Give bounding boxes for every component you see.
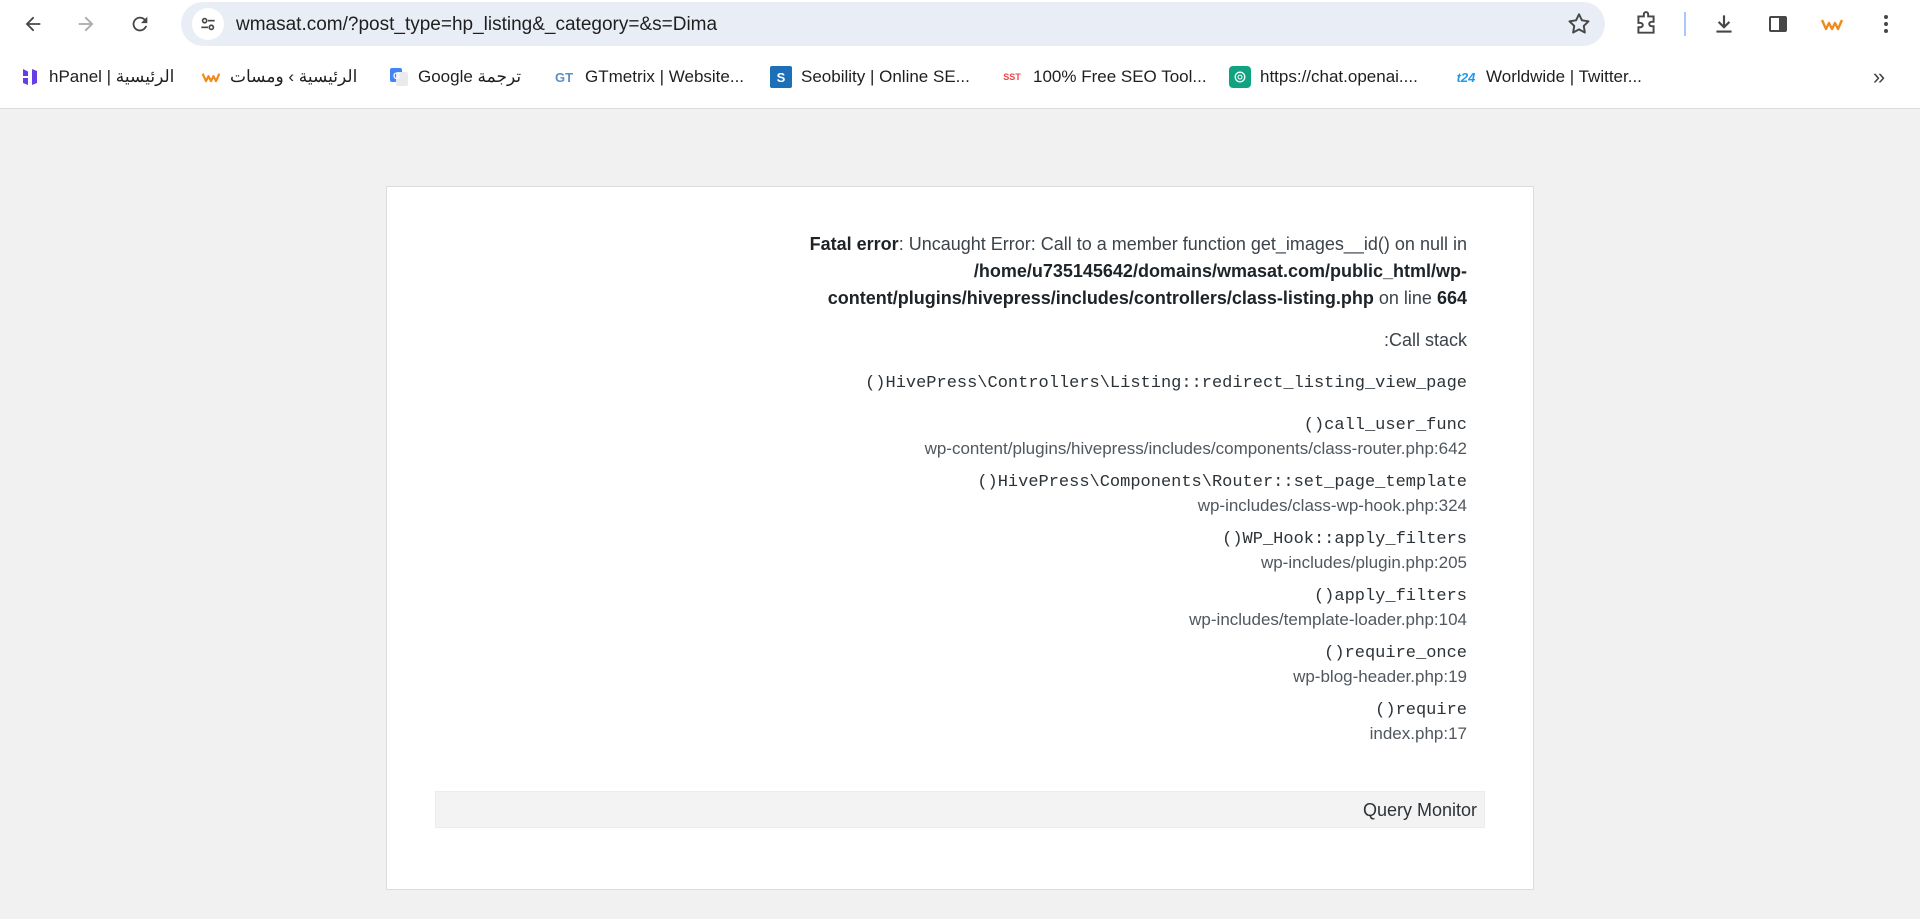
browser-toolbar: wmasat.com/?post_type=hp_listing&_catego… [0, 0, 1920, 47]
sst-icon: SST [1003, 72, 1021, 82]
google-translate-icon: G [389, 67, 409, 87]
stack-function: ()WP_Hook::apply_filters [1222, 530, 1467, 549]
error-message: : Uncaught Error: Call to a member funct… [898, 234, 1448, 254]
more-vertical-icon [1884, 15, 1888, 33]
stack-function: ()require_once [1324, 644, 1467, 663]
url-text[interactable]: wmasat.com/?post_type=hp_listing&_catego… [236, 14, 717, 36]
openai-icon [1229, 66, 1251, 88]
star-icon [1568, 13, 1590, 34]
query-monitor-label: Query Monitor [1362, 800, 1477, 820]
double-chevron-right-icon: » [1872, 64, 1886, 89]
gtmetrix-icon: GT [554, 69, 574, 85]
stack-frame: ()apply_filters wp-includes/template-loa… [567, 586, 1467, 631]
stack-location: wp-content/plugins/hivepress/includes/co… [924, 439, 1467, 458]
site-info-button[interactable] [192, 8, 224, 40]
error-file-path: /home/u735145642/domains/wmasat.com/publ… [827, 261, 1467, 308]
more-bookmarks-button[interactable]: » [1866, 64, 1892, 90]
stack-function: ()HivePress\Components\Router::set_page_… [977, 473, 1467, 492]
stack-function: ()call_user_func [1303, 416, 1467, 435]
profile-extension-button[interactable] [1816, 8, 1848, 40]
stack-frame: ()HivePress\Controllers\Listing::redirec… [567, 373, 1467, 395]
bookmark-label: Worldwide | Twitter... [1486, 67, 1642, 86]
stack-function: ()require [1375, 701, 1467, 720]
error-on-line-text: on line [1378, 288, 1432, 308]
address-bar[interactable]: wmasat.com/?post_type=hp_listing&_catego… [181, 2, 1605, 46]
stack-frame: ()WP_Hook::apply_filters wp-includes/plu… [567, 529, 1467, 574]
bookmark-chatgpt[interactable]: https://chat.openai.... [1229, 64, 1418, 90]
bookmark-wmasat[interactable]: الرئيسية › ومسات [201, 64, 357, 90]
side-panel-button[interactable] [1762, 8, 1794, 40]
bookmarks-bar: hPanel | الرئيسية الرئيسية › ومسات G Goo… [0, 47, 1920, 109]
wmasat-logo-icon [1820, 19, 1844, 31]
stack-location: index.php:17 [1369, 724, 1467, 743]
bookmark-label: Seobility | Online SE... [801, 67, 970, 86]
reload-button[interactable] [122, 6, 158, 42]
reload-icon [132, 16, 148, 32]
arrow-right-icon [78, 16, 94, 32]
call-stack-title: :Call stack [1383, 330, 1467, 350]
bookmark-gtmetrix[interactable]: GT GTmetrix | Website... [552, 64, 744, 90]
download-icon [1716, 15, 1732, 33]
bookmark-sst[interactable]: SST 100% Free SEO Tool... [1000, 64, 1207, 90]
stack-frame: ()require_once wp-blog-header.php:19 [567, 643, 1467, 688]
error-in-word: in [1452, 234, 1467, 254]
bookmark-star-button[interactable] [1565, 10, 1593, 38]
fatal-error-message: Fatal error: Uncaught Error: Call to a m… [667, 231, 1467, 312]
wmasat-icon [201, 67, 221, 87]
call-stack-list: ()HivePress\Controllers\Listing::redirec… [567, 373, 1467, 757]
arrow-left-icon [25, 16, 41, 32]
seobility-icon: S [770, 66, 792, 88]
stack-frame: ()call_user_func wp-content/plugins/hive… [567, 415, 1467, 460]
bookmark-label: hPanel | الرئيسية [49, 67, 175, 86]
stack-function: ()HivePress\Controllers\Listing::redirec… [865, 374, 1467, 393]
puzzle-icon [1637, 11, 1655, 34]
forward-button[interactable] [68, 6, 104, 42]
stack-frame: ()require index.php:17 [567, 700, 1467, 745]
extensions-button[interactable] [1630, 8, 1662, 40]
stack-location: wp-includes/template-loader.php:104 [1189, 610, 1467, 629]
query-monitor-bar[interactable]: Query Monitor [435, 791, 1485, 828]
stack-frame: ()HivePress\Components\Router::set_page_… [567, 472, 1467, 517]
bookmark-label: https://chat.openai.... [1260, 67, 1418, 86]
bookmark-seobility[interactable]: S Seobility | Online SE... [770, 64, 970, 90]
bookmark-label: 100% Free SEO Tool... [1033, 67, 1207, 86]
bookmark-label: GTmetrix | Website... [585, 67, 745, 86]
bookmark-label: Google ترجمة [418, 67, 522, 86]
svg-text:G: G [393, 71, 400, 81]
stack-location: wp-blog-header.php:19 [1293, 667, 1467, 686]
bookmark-twitter-trends[interactable]: t24 Worldwide | Twitter... [1455, 64, 1642, 90]
browser-menu-button[interactable] [1870, 8, 1902, 40]
error-label: Fatal error [809, 234, 899, 254]
t24-icon: t24 [1456, 69, 1476, 85]
back-button[interactable] [15, 6, 51, 42]
side-panel-icon [1769, 16, 1787, 32]
error-container: Fatal error: Uncaught Error: Call to a m… [386, 186, 1534, 890]
bookmark-label: الرئيسية › ومسات [230, 67, 358, 86]
toolbar-separator [1684, 12, 1686, 36]
stack-location: wp-includes/class-wp-hook.php:324 [1197, 496, 1467, 515]
stack-function: ()apply_filters [1313, 587, 1467, 606]
downloads-button[interactable] [1708, 8, 1740, 40]
error-line-number: 664 [1436, 288, 1467, 308]
bookmark-hpanel[interactable]: hPanel | الرئيسية [20, 64, 174, 90]
tune-icon [201, 17, 215, 31]
stack-location: wp-includes/plugin.php:205 [1260, 553, 1467, 572]
bookmark-google-translate[interactable]: G Google ترجمة [389, 64, 521, 90]
hostinger-icon [20, 67, 40, 87]
